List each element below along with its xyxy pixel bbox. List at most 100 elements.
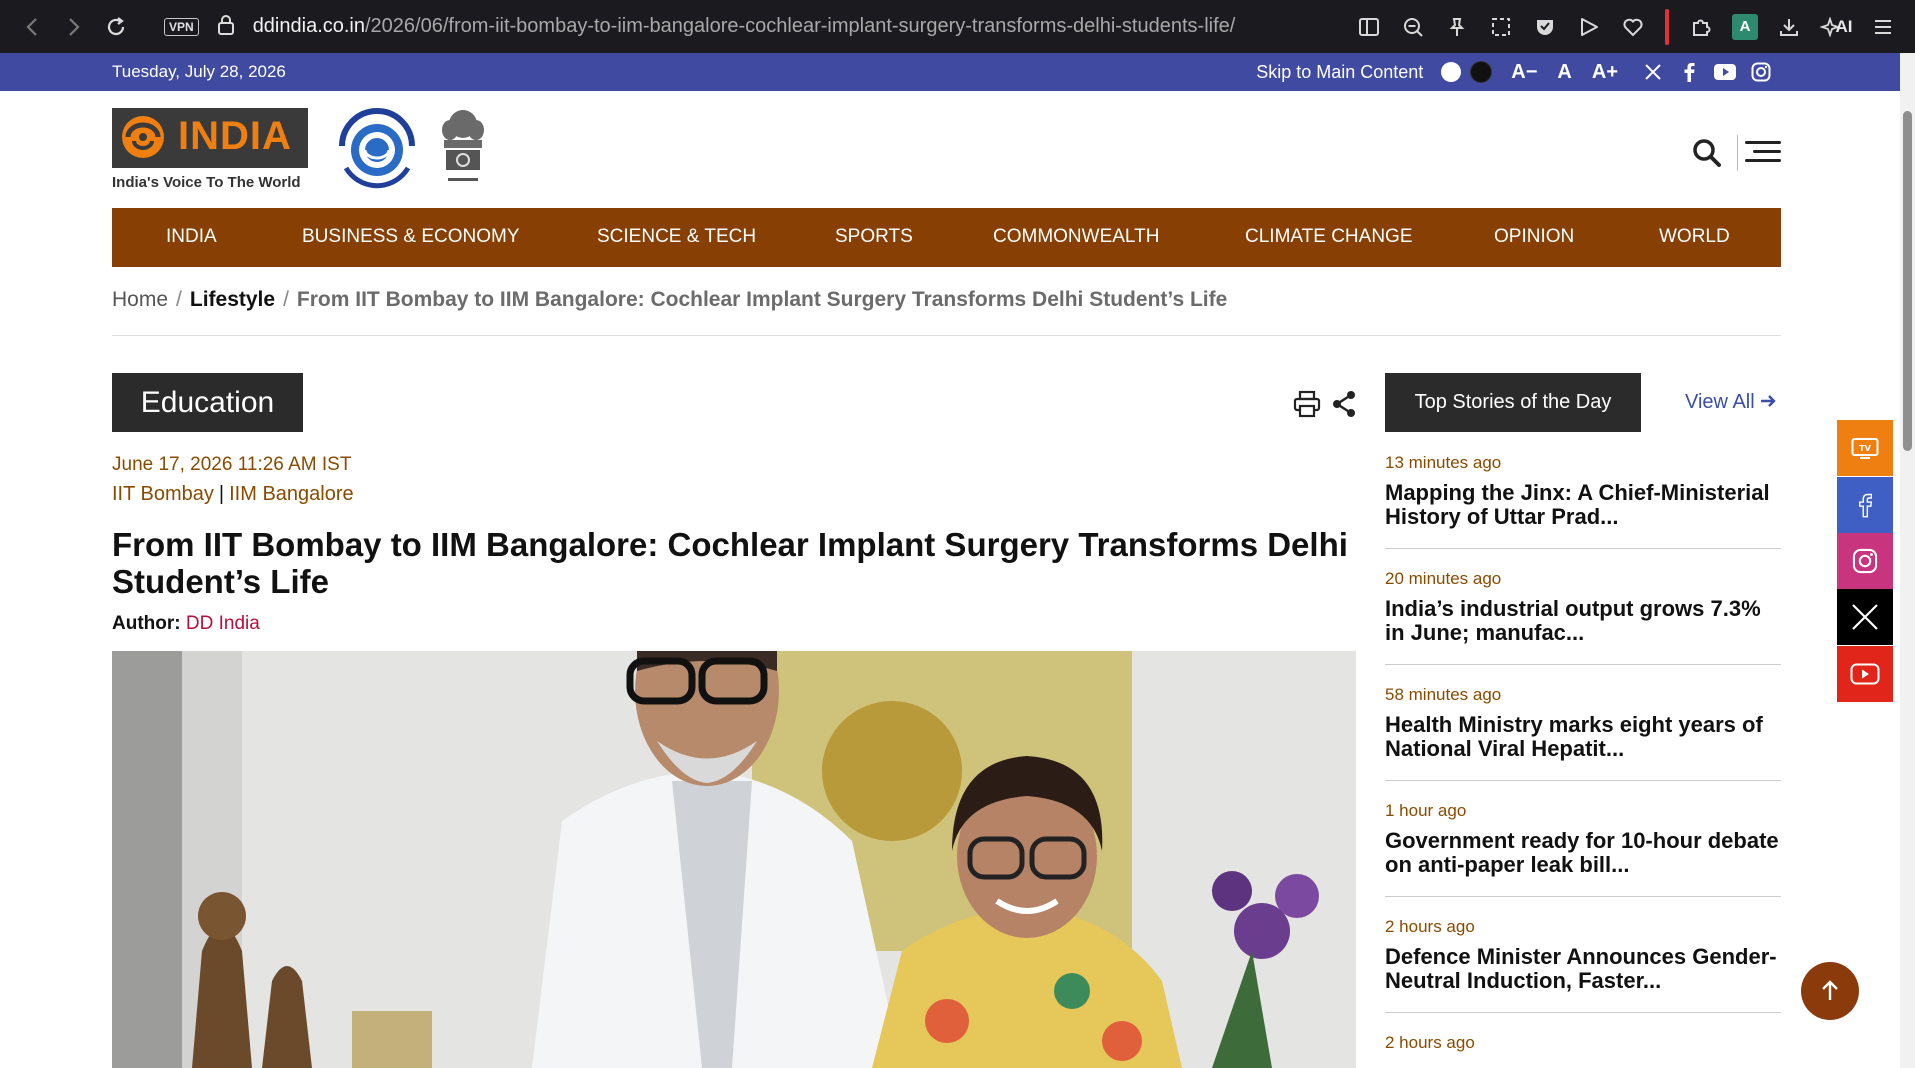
logo-box: INDIA bbox=[112, 108, 308, 168]
font-decrease-button[interactable]: A− bbox=[1511, 61, 1537, 84]
scrollbar-thumb[interactable] bbox=[1903, 111, 1912, 451]
rail-facebook-button[interactable] bbox=[1837, 477, 1893, 533]
breadcrumb-separator: / bbox=[283, 288, 289, 311]
article-publish-date: June 17, 2026 11:26 AM IST bbox=[112, 454, 352, 475]
facebook-icon[interactable] bbox=[1678, 61, 1700, 83]
article-category-badge[interactable]: Education bbox=[112, 373, 303, 432]
story-title[interactable]: Government ready for 10-hour debate on a… bbox=[1385, 829, 1781, 877]
nav-item-climate-change[interactable]: CLIMATE CHANGE bbox=[1245, 226, 1413, 248]
light-theme-toggle[interactable] bbox=[1441, 62, 1462, 82]
screenshot-icon[interactable] bbox=[1479, 5, 1523, 49]
author-name[interactable]: DD India bbox=[186, 613, 260, 634]
nav-item-india[interactable]: INDIA bbox=[166, 226, 217, 248]
logo-wordmark: INDIA bbox=[178, 114, 292, 158]
ai-label: AI bbox=[1835, 16, 1853, 36]
tv-icon-label: TV bbox=[1859, 444, 1871, 453]
zoom-icon[interactable] bbox=[1391, 5, 1435, 49]
dark-theme-toggle[interactable] bbox=[1470, 61, 1493, 83]
instagram-icon[interactable] bbox=[1750, 61, 1772, 83]
story-time: 13 minutes ago bbox=[1385, 453, 1502, 472]
sidebar-toggle-icon[interactable] bbox=[1347, 5, 1391, 49]
browser-toolbar: VPN ddindia.co.in/2026/06/from-iit-bomba… bbox=[0, 0, 1915, 53]
top-story-item[interactable]: 58 minutes ago Health Ministry marks eig… bbox=[1385, 685, 1781, 781]
breadcrumb-category[interactable]: Lifestyle bbox=[190, 288, 275, 311]
skip-to-main-link[interactable]: Skip to Main Content bbox=[1256, 62, 1423, 83]
nav-item-commonwealth[interactable]: COMMONWEALTH bbox=[993, 226, 1159, 248]
font-normal-button[interactable]: A bbox=[1557, 61, 1571, 84]
url-host: ddindia.co.in bbox=[252, 15, 365, 37]
pin-icon[interactable] bbox=[1435, 5, 1479, 49]
page-scrollbar[interactable] bbox=[1900, 53, 1915, 1068]
top-story-item[interactable]: 13 minutes ago Mapping the Jinx: A Chief… bbox=[1385, 453, 1781, 549]
view-all-label: View All bbox=[1685, 391, 1755, 413]
url-path: /2026/06/from-iit-bombay-to-iim-bangalor… bbox=[365, 15, 1236, 37]
nav-item-world[interactable]: WORLD bbox=[1659, 226, 1730, 248]
logo-tagline: India's Voice To The World bbox=[112, 174, 301, 191]
rail-tv-button[interactable]: TV bbox=[1837, 420, 1893, 476]
view-all-link[interactable]: View All bbox=[1685, 391, 1776, 414]
tag-link[interactable]: IIT Bombay bbox=[112, 483, 214, 505]
story-title[interactable]: Defence Minister Announces Gender-Neutra… bbox=[1385, 945, 1781, 993]
article-hero-image bbox=[112, 651, 1356, 1068]
top-strip: Tuesday, July 28, 2026 Skip to Main Cont… bbox=[0, 53, 1900, 91]
instagram-icon bbox=[1852, 548, 1878, 574]
author-label: Author: bbox=[112, 613, 181, 634]
story-title[interactable]: Health Ministry marks eight years of Nat… bbox=[1385, 713, 1781, 761]
story-title[interactable]: Mapping the Jinx: A Chief-Ministerial Hi… bbox=[1385, 481, 1781, 529]
breadcrumb: Home / Lifestyle / From IIT Bombay to IIM Ba… bbox=[112, 288, 1227, 312]
share-icon[interactable] bbox=[1332, 390, 1356, 418]
profile-avatar[interactable]: A bbox=[1723, 5, 1767, 49]
tag-link[interactable]: IIM Bangalore bbox=[229, 483, 354, 505]
article-title: From IIT Bombay to IIM Bangalore: Cochle… bbox=[112, 526, 1348, 600]
extensions-icon[interactable] bbox=[1679, 5, 1723, 49]
rail-x-button[interactable] bbox=[1837, 589, 1893, 645]
download-icon[interactable] bbox=[1767, 5, 1811, 49]
header-divider bbox=[1737, 135, 1738, 171]
youtube-icon[interactable] bbox=[1714, 61, 1736, 83]
nav-item-science-tech[interactable]: SCIENCE & TECH bbox=[597, 226, 756, 248]
nav-item-business-economy[interactable]: BUSINESS & ECONOMY bbox=[302, 226, 520, 248]
top-story-item[interactable]: 20 minutes ago India’s industrial output… bbox=[1385, 569, 1781, 665]
shield-icon[interactable] bbox=[1523, 5, 1567, 49]
forward-icon[interactable] bbox=[56, 9, 92, 45]
breadcrumb-current: From IIT Bombay to IIM Bangalore: Cochle… bbox=[296, 288, 1228, 311]
heart-icon[interactable] bbox=[1611, 5, 1655, 49]
dd-india-logo[interactable]: INDIA India's Voice To The World bbox=[112, 108, 308, 192]
font-increase-button[interactable]: A+ bbox=[1592, 61, 1618, 84]
x-icon bbox=[1852, 604, 1878, 630]
rail-youtube-button[interactable] bbox=[1837, 646, 1893, 702]
story-time: 1 hour ago bbox=[1385, 801, 1467, 820]
story-time: 20 minutes ago bbox=[1385, 569, 1502, 588]
story-title[interactable]: India’s industrial output grows 7.3% in … bbox=[1385, 597, 1781, 645]
top-story-item[interactable]: 1 hour ago Government ready for 10-hour … bbox=[1385, 801, 1781, 897]
top-story-item[interactable]: 2 hours ago bbox=[1385, 1033, 1781, 1068]
nav-item-opinion[interactable]: OPINION bbox=[1494, 226, 1574, 248]
arrow-right-icon bbox=[1761, 395, 1776, 407]
prasar-bharati-logo[interactable] bbox=[332, 106, 422, 194]
main-navigation: INDIA BUSINESS & ECONOMY SCIENCE & TECH … bbox=[112, 208, 1781, 267]
address-bar[interactable]: ddindia.co.in/2026/06/from-iit-bombay-to… bbox=[253, 15, 1236, 38]
back-to-top-button[interactable] bbox=[1801, 962, 1859, 1020]
article-author: Author: DD India bbox=[112, 613, 260, 635]
vpn-badge[interactable]: VPN bbox=[164, 17, 199, 36]
breadcrumb-separator: / bbox=[176, 288, 182, 311]
top-story-item[interactable]: 2 hours ago Defence Minister Announces G… bbox=[1385, 917, 1781, 1013]
x-icon[interactable] bbox=[1642, 61, 1664, 83]
tag-separator: | bbox=[218, 483, 225, 505]
current-date: Tuesday, July 28, 2026 bbox=[112, 62, 286, 81]
send-icon[interactable] bbox=[1567, 5, 1611, 49]
ai-assistant-button[interactable]: AI bbox=[1811, 5, 1861, 49]
print-icon[interactable] bbox=[1293, 390, 1321, 418]
reload-icon[interactable] bbox=[98, 9, 134, 45]
article-tags: IIT Bombay | IIM Bangalore bbox=[112, 483, 354, 506]
story-time: 2 hours ago bbox=[1385, 917, 1475, 936]
lock-icon[interactable] bbox=[217, 14, 235, 40]
menu-icon[interactable] bbox=[1861, 5, 1905, 49]
breadcrumb-home[interactable]: Home bbox=[112, 288, 168, 311]
rail-instagram-button[interactable] bbox=[1837, 533, 1893, 589]
search-icon[interactable] bbox=[1692, 138, 1722, 168]
nav-item-sports[interactable]: SPORTS bbox=[835, 226, 913, 248]
top-stories-heading: Top Stories of the Day bbox=[1385, 373, 1641, 432]
back-icon[interactable] bbox=[14, 9, 50, 45]
hamburger-menu-icon[interactable] bbox=[1745, 138, 1781, 164]
